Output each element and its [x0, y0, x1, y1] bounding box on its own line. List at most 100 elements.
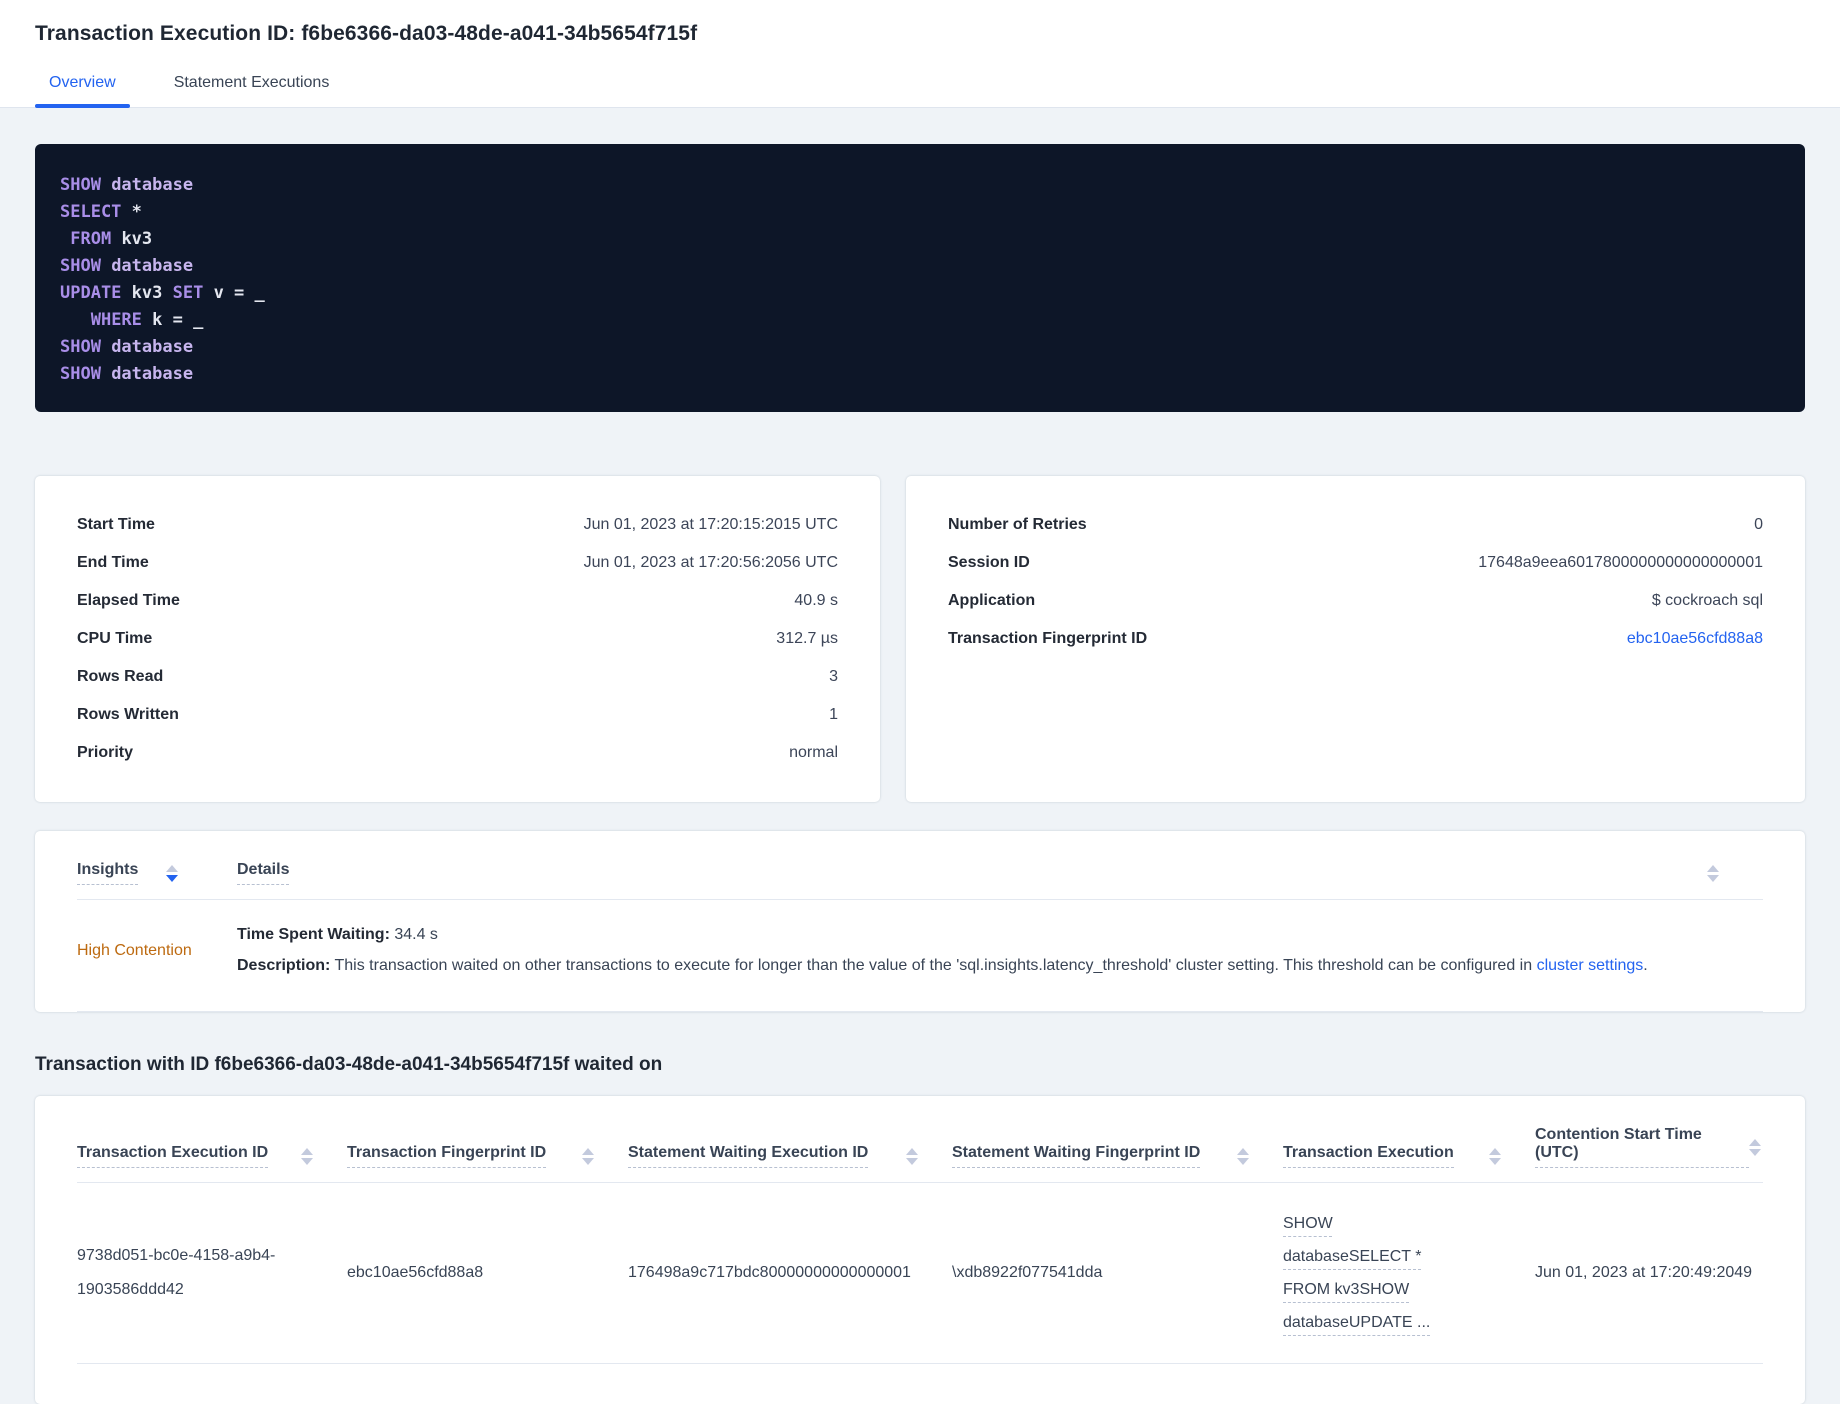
sort-up-icon — [906, 1147, 918, 1155]
sql-token: database — [111, 364, 194, 384]
sql-token: database — [111, 256, 194, 276]
sql-token: SELECT — [60, 202, 132, 222]
tab-statement-executions[interactable]: Statement Executions — [174, 74, 330, 107]
sql-token: WHERE — [90, 310, 153, 330]
sql-line: SELECT * — [60, 199, 1780, 226]
summary-row: End Time Jun 01, 2023 at 17:20:56:2056 UT… — [77, 544, 838, 582]
summary-value: 17648a9eea6017800000000000000001 — [1478, 554, 1763, 571]
sort-arrows-icon[interactable] — [1749, 1138, 1761, 1156]
sort-down-icon — [166, 874, 179, 882]
sql-line: SHOW database — [60, 361, 1780, 388]
summary-cards-row: Start Time Jun 01, 2023 at 17:20:15:2015 … — [35, 476, 1805, 802]
summary-card-left: Start Time Jun 01, 2023 at 17:20:15:2015 … — [35, 476, 880, 802]
sql-token: database — [111, 175, 194, 195]
summary-label: Start Time — [77, 516, 155, 533]
sql-token: SHOW — [60, 256, 112, 276]
summary-row: CPU Time 312.7 µs — [77, 620, 838, 658]
summary-value: Jun 01, 2023 at 17:20:15:2015 UTC — [583, 516, 838, 533]
insights-card: Insights Details High Contention Time Sp… — [35, 831, 1805, 1012]
time-spent-waiting: Time Spent Waiting: 34.4 s — [237, 924, 1763, 946]
sql-statements-box: SHOW database SELECT * FROM kv3 SHOW datab… — [35, 144, 1805, 412]
sort-down-icon — [1707, 874, 1719, 882]
sort-down-icon — [906, 1157, 918, 1165]
sql-line: SHOW database — [60, 172, 1780, 199]
column-label[interactable]: Transaction Execution — [1283, 1144, 1454, 1168]
waited-on-table-header: Transaction Execution ID Transaction Fing… — [77, 1096, 1763, 1183]
sort-up-icon — [1489, 1147, 1501, 1155]
summary-value: normal — [789, 744, 838, 761]
cell-transaction-fingerprint-id: ebc10ae56cfd88a8 — [347, 1264, 484, 1281]
summary-label: Priority — [77, 744, 134, 761]
cell-transaction-execution-link[interactable]: SHOW databaseSELECT * FROM kv3SHOW datab… — [1283, 1207, 1463, 1339]
summary-row: Rows Written 1 — [77, 696, 838, 734]
waited-on-table: Transaction Execution ID Transaction Fing… — [35, 1096, 1805, 1404]
summary-label: Elapsed Time — [77, 592, 180, 609]
column-label[interactable]: Contention Start Time (UTC) — [1535, 1126, 1749, 1168]
time-spent-waiting-label: Time Spent Waiting: — [237, 926, 390, 943]
description-label: Description: — [237, 957, 331, 974]
waited-on-column-header: Transaction Fingerprint ID — [347, 1144, 628, 1168]
sort-arrows-icon[interactable] — [166, 864, 179, 882]
insights-column-label[interactable]: Insights — [77, 861, 139, 885]
sort-down-icon — [1489, 1157, 1501, 1165]
sort-arrows-icon[interactable] — [906, 1147, 918, 1165]
description-text: This transaction waited on other transac… — [334, 957, 1533, 974]
column-label[interactable]: Statement Waiting Fingerprint ID — [952, 1144, 1201, 1168]
sort-arrows-icon[interactable] — [1707, 864, 1719, 882]
summary-card-right: Number of Retries 0 Session ID 17648a9eea60… — [906, 476, 1805, 802]
cluster-settings-link[interactable]: cluster settings — [1537, 957, 1644, 974]
sort-down-icon — [1237, 1157, 1249, 1165]
waited-on-column-header: Transaction Execution ID — [77, 1144, 347, 1168]
summary-row: Transaction Fingerprint ID ebc10ae56cfd88… — [948, 620, 1763, 658]
summary-value: 40.9 s — [794, 592, 838, 609]
tab-overview[interactable]: Overview — [35, 74, 130, 108]
sort-arrows-icon[interactable] — [301, 1147, 313, 1165]
sort-down-icon — [582, 1157, 594, 1165]
summary-label: Rows Written — [77, 706, 179, 723]
sort-up-icon — [1237, 1147, 1249, 1155]
main-content: SHOW database SELECT * FROM kv3 SHOW datab… — [0, 108, 1840, 1404]
summary-value: 1 — [829, 706, 838, 723]
summary-row: Number of Retries 0 — [948, 506, 1763, 544]
summary-value: 312.7 µs — [776, 630, 838, 647]
summary-label: Application — [948, 592, 1036, 609]
waited-on-column-header: Statement Waiting Execution ID — [628, 1144, 952, 1168]
insight-badge: High Contention — [77, 941, 192, 959]
sql-token: SET — [172, 283, 214, 303]
sort-down-icon — [301, 1157, 313, 1165]
sort-arrows-icon[interactable] — [582, 1147, 594, 1165]
column-label[interactable]: Transaction Fingerprint ID — [347, 1144, 547, 1168]
waited-on-column-header: Statement Waiting Fingerprint ID — [952, 1144, 1283, 1168]
sql-line: UPDATE kv3 SET v = _ — [60, 280, 1780, 307]
summary-row: Session ID 17648a9eea60178000000000000000… — [948, 544, 1763, 582]
insights-row: High Contention Time Spent Waiting: 34.4… — [77, 900, 1763, 1012]
summary-row: Rows Read 3 — [77, 658, 838, 696]
cell-transaction-execution-id: 9738d051-bc0e-4158-a9b4-1903586ddd42 — [77, 1247, 276, 1298]
sql-token: database — [111, 337, 194, 357]
summary-label: Rows Read — [77, 668, 164, 685]
sql-token: * — [131, 202, 142, 222]
sql-line: SHOW database — [60, 253, 1780, 280]
summary-row: Priority normal — [77, 734, 838, 772]
summary-value-link[interactable]: ebc10ae56cfd88a8 — [1627, 630, 1763, 648]
sort-arrows-icon[interactable] — [1489, 1147, 1501, 1165]
sort-arrows-icon[interactable] — [1237, 1147, 1249, 1165]
column-label[interactable]: Statement Waiting Execution ID — [628, 1144, 869, 1168]
waited-on-column-header: Contention Start Time (UTC) — [1535, 1126, 1763, 1168]
details-column-label[interactable]: Details — [237, 861, 290, 885]
column-label[interactable]: Transaction Execution ID — [77, 1144, 269, 1168]
summary-value: 0 — [1754, 516, 1763, 533]
sort-up-icon — [1707, 864, 1719, 872]
cell-contention-start-time: Jun 01, 2023 at 17:20:49:2049 — [1535, 1264, 1753, 1281]
sql-token: kv3 — [131, 283, 173, 303]
sql-token: SHOW — [60, 364, 112, 384]
sort-up-icon — [582, 1147, 594, 1155]
sort-up-icon — [1749, 1138, 1761, 1146]
cell-statement-waiting-fingerprint-id: \xdb8922f077541dda — [952, 1264, 1103, 1281]
tab-bar: Overview Statement Executions — [35, 74, 1805, 108]
sql-token: kv3 — [121, 229, 153, 249]
summary-label: CPU Time — [77, 630, 153, 647]
time-spent-waiting-value: 34.4 s — [394, 926, 438, 943]
